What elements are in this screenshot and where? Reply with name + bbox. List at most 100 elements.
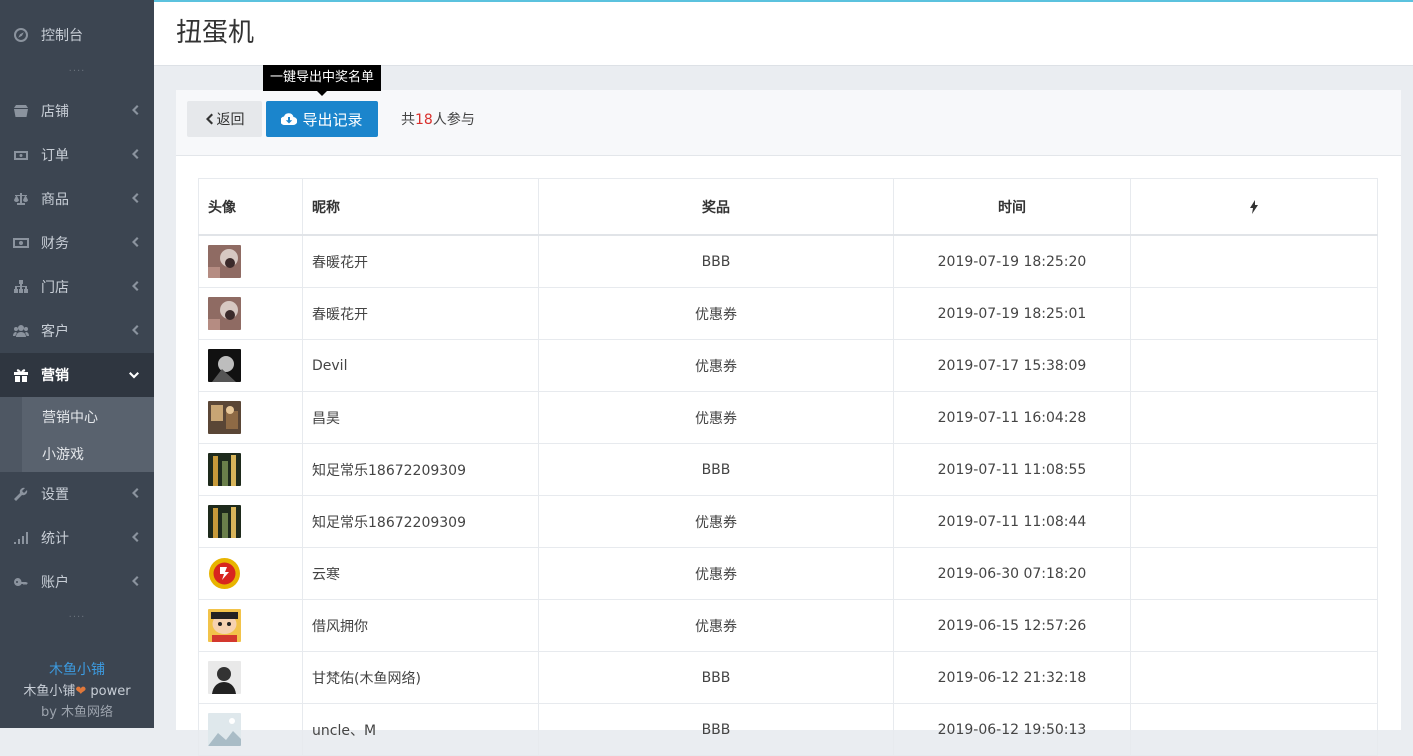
avatar-cell: [198, 703, 303, 756]
sidebar-item-marketing[interactable]: 营销: [0, 353, 154, 397]
actions-cell: [1130, 599, 1378, 652]
chevron-left-icon: [130, 236, 140, 248]
nickname-cell: 甘梵佑(木鱼网络): [302, 651, 539, 704]
column-header-avatar: 头像: [198, 178, 303, 236]
time-cell: 2019-06-12 19:50:13: [893, 703, 1131, 756]
sidebar-item-dashboard[interactable]: 控制台: [0, 13, 154, 57]
actions-cell: [1130, 234, 1378, 288]
sidebar-item-finance[interactable]: 财务: [0, 221, 154, 265]
footer-power-prefix: 木鱼小铺: [23, 684, 76, 699]
time-cell: 2019-06-12 21:32:18: [893, 651, 1131, 704]
avatar-cell: [198, 443, 303, 496]
time-cell: 2019-07-11 11:08:44: [893, 495, 1131, 548]
sidebar-item-products[interactable]: 商品: [0, 177, 154, 221]
time-cell: 2019-07-19 18:25:20: [893, 234, 1131, 288]
time-cell: 2019-07-19 18:25:01: [893, 287, 1131, 340]
sidebar-item-label: 门店: [41, 280, 69, 296]
chevron-left-icon: [130, 280, 140, 292]
footer-brand[interactable]: 木鱼小铺: [0, 660, 154, 681]
cloud-download-icon: [281, 113, 298, 126]
sidebar-item-orders[interactable]: 订单: [0, 133, 154, 177]
sidebar-item-label: 账户: [41, 575, 69, 591]
sidebar-item-shops[interactable]: 门店: [0, 265, 154, 309]
table-row: Devil 优惠券 2019-07-17 15:38:09: [198, 339, 1378, 392]
chevron-left-icon: [130, 192, 140, 204]
wrench-icon: [13, 486, 29, 502]
actions-cell: [1130, 287, 1378, 340]
sidebar-item-label: 统计: [41, 531, 69, 547]
sidebar: 控制台 ···· 店铺 订单 商品 财务 门店 客户 营销 营销中心 小游戏 设…: [0, 0, 154, 728]
toolbar: 返回 导出记录 共18人参与: [176, 90, 1401, 156]
prize-cell: 优惠券: [538, 339, 894, 392]
prize-cell: 优惠券: [538, 599, 894, 652]
sidebar-item-store[interactable]: 店铺: [0, 89, 154, 133]
time-cell: 2019-07-11 16:04:28: [893, 391, 1131, 444]
table-row: 云寒 优惠券 2019-06-30 07:18:20: [198, 547, 1378, 600]
submenu-item-marketing-center[interactable]: 营销中心: [42, 407, 98, 427]
gift-icon: [13, 367, 29, 383]
avatar-cell: [198, 287, 303, 340]
order-icon: [13, 147, 29, 163]
users-icon: [13, 323, 29, 339]
chevron-left-icon: [130, 148, 140, 160]
nickname-cell: 知足常乐18672209309: [302, 443, 539, 496]
column-header-time: 时间: [893, 178, 1131, 236]
avatar: [208, 557, 241, 590]
sidebar-item-account[interactable]: 账户: [0, 560, 154, 604]
table-row: 春暖花开 BBB 2019-07-19 18:25:20: [198, 234, 1378, 288]
sidebar-item-label: 控制台: [41, 28, 83, 44]
store-icon: [13, 103, 29, 119]
chevron-left-icon: [205, 113, 213, 125]
nickname-cell: 昌昊: [302, 391, 539, 444]
avatar-cell: [198, 495, 303, 548]
export-tooltip: 一键导出中奖名单: [263, 65, 382, 96]
nickname-cell: uncle、M: [302, 703, 539, 756]
sidebar-item-label: 商品: [41, 192, 69, 208]
footer-power-suffix: power: [86, 684, 131, 699]
export-button-label: 导出记录: [302, 110, 363, 129]
actions-cell: [1130, 443, 1378, 496]
actions-cell: [1130, 495, 1378, 548]
actions-cell: [1130, 391, 1378, 444]
table-row: 甘梵佑(木鱼网络) BBB 2019-06-12 21:32:18: [198, 651, 1378, 704]
avatar: [208, 713, 241, 746]
avatar: [208, 349, 241, 382]
sidebar-item-label: 客户: [41, 324, 69, 340]
column-header-prize: 奖品: [538, 178, 894, 236]
avatar: [208, 505, 241, 538]
time-cell: 2019-06-15 12:57:26: [893, 599, 1131, 652]
sidebar-item-statistics[interactable]: 统计: [0, 516, 154, 560]
sidebar-item-label: 设置: [41, 487, 69, 503]
avatar: [208, 245, 241, 278]
avatar: [208, 401, 241, 434]
page-title: 扭蛋机: [176, 18, 255, 48]
sidebar-item-customers[interactable]: 客户: [0, 309, 154, 353]
prize-cell: 优惠券: [538, 287, 894, 340]
actions-cell: [1130, 651, 1378, 704]
prize-cell: BBB: [538, 443, 894, 496]
actions-cell: [1130, 703, 1378, 756]
marketing-submenu: 营销中心 小游戏: [0, 397, 154, 472]
heart-icon: ❤: [75, 684, 87, 699]
sitemap-icon: [13, 279, 29, 295]
table-header-row: 头像 昵称 奖品 时间: [198, 178, 1378, 236]
export-records-button[interactable]: 导出记录: [266, 101, 378, 137]
table-row: 昌昊 优惠券 2019-07-11 16:04:28: [198, 391, 1378, 444]
time-cell: 2019-07-11 11:08:55: [893, 443, 1131, 496]
avatar-cell: [198, 547, 303, 600]
nickname-cell: 云寒: [302, 547, 539, 600]
sidebar-item-label: 订单: [41, 148, 69, 164]
page-header: 扭蛋机: [154, 2, 1413, 66]
avatar: [208, 297, 241, 330]
nickname-cell: 春暖花开: [302, 234, 539, 288]
back-button[interactable]: 返回: [187, 101, 262, 137]
nickname-cell: 春暖花开: [302, 287, 539, 340]
count-number: 18: [415, 112, 433, 128]
avatar-cell: [198, 651, 303, 704]
sidebar-item-label: 营销: [41, 368, 69, 384]
nickname-cell: Devil: [302, 339, 539, 392]
avatar-cell: [198, 339, 303, 392]
submenu-item-mini-games[interactable]: 小游戏: [42, 444, 84, 464]
sidebar-item-settings[interactable]: 设置: [0, 472, 154, 516]
table-row: 春暖花开 优惠券 2019-07-19 18:25:01: [198, 287, 1378, 340]
